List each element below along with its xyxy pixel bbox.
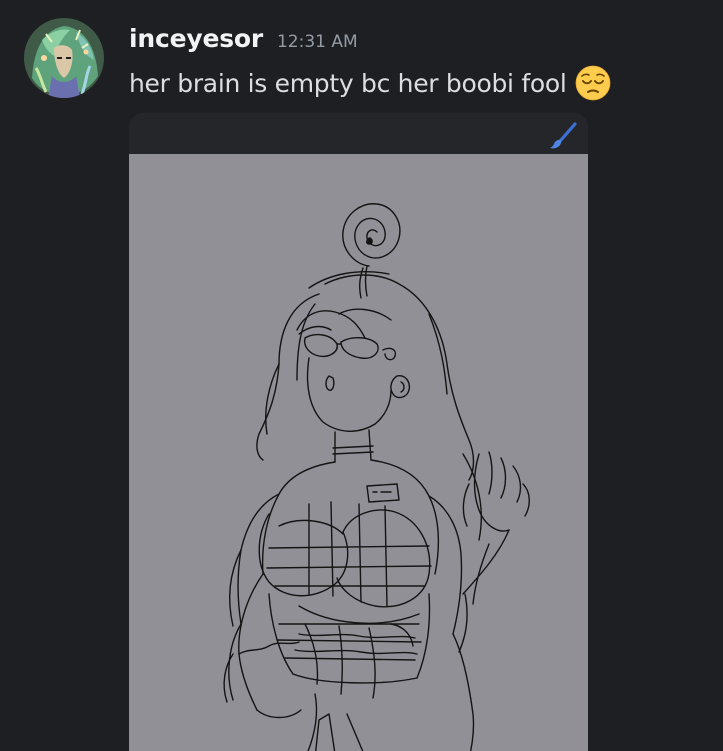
character-sketch <box>223 203 530 751</box>
image-attachment[interactable] <box>129 113 588 751</box>
username[interactable]: inceyesor <box>129 24 263 53</box>
message-content: her brain is empty bc her boobi fool <box>129 64 611 102</box>
message-text: her brain is empty bc her boobi fool <box>129 68 567 98</box>
message-timestamp: 12:31 AM <box>276 32 358 52</box>
user-avatar[interactable] <box>24 18 104 98</box>
sketch-drawing <box>129 154 588 751</box>
attachment-topbar <box>129 113 588 154</box>
avatar-image <box>24 18 104 98</box>
chat-message: inceyesor 12:31 AM her brain is empty bc… <box>0 0 723 751</box>
paintbrush-icon[interactable] <box>548 121 578 151</box>
message-header: inceyesor 12:31 AM <box>129 24 358 60</box>
pensive-face-emoji <box>575 65 611 101</box>
